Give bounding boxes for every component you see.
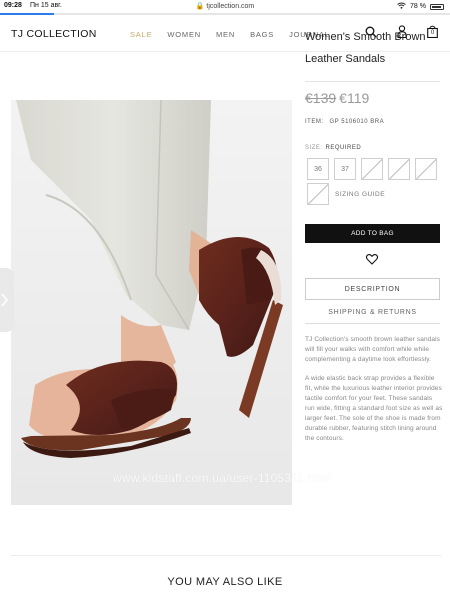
url-text: tjcollection.com	[206, 3, 255, 10]
product-price: €139 €119	[305, 90, 369, 106]
item-label: ITEM:	[305, 119, 324, 125]
price-old: €139	[305, 90, 337, 106]
status-bar: 09:28 Пн 15 авг. 🔒 tjcollection.com 78 %	[0, 0, 450, 13]
size-label-row: SIZE: REQUIRED	[305, 145, 361, 151]
tab-shipping-returns[interactable]: SHIPPING & RETURNS	[305, 302, 440, 324]
item-code-row: ITEM: GP 5106010 BRA	[305, 119, 384, 125]
battery-icon	[430, 3, 444, 10]
size-option-37[interactable]: 37	[334, 158, 356, 180]
size-option-36[interactable]: 36	[307, 158, 329, 180]
chevron-right-icon	[0, 293, 8, 307]
size-label: SIZE:	[305, 145, 323, 151]
gallery-prev-button[interactable]	[0, 268, 14, 332]
product-title: Women's Smooth Brown Leather Sandals	[305, 31, 440, 70]
sizing-guide-row: 41 SIZING GUIDE	[307, 183, 385, 205]
battery-percent: 78 %	[410, 3, 426, 10]
size-option-41[interactable]: 41	[307, 183, 329, 205]
item-code: GP 5106010 BRA	[329, 119, 385, 125]
nav-women[interactable]: WOMEN	[167, 30, 201, 39]
add-to-bag-button[interactable]: ADD TO BAG	[305, 224, 440, 243]
product-image[interactable]	[11, 100, 292, 505]
size-required: REQUIRED	[325, 145, 362, 151]
divider	[305, 81, 440, 82]
sandal-photo	[16, 100, 283, 458]
sizing-guide-link[interactable]: SIZING GUIDE	[335, 191, 385, 198]
size-option-40[interactable]: 40	[415, 158, 437, 180]
page-load-progress-fill	[0, 13, 54, 15]
size-option-38[interactable]: 38	[361, 158, 383, 180]
nav-bags[interactable]: BAGS	[250, 30, 274, 39]
wishlist-heart-icon[interactable]	[365, 252, 379, 270]
nav-sale[interactable]: SALE	[130, 30, 152, 39]
description-paragraph-2: A wide elastic back strap provides a fle…	[305, 375, 443, 442]
main-nav: SALE WOMEN MEN BAGS JOURNAL	[130, 30, 330, 39]
description-paragraph-1: TJ Collection's smooth brown leather san…	[305, 336, 440, 363]
product-title-line2: Leather Sandals	[305, 53, 386, 65]
tab-description[interactable]: DESCRIPTION	[305, 278, 440, 300]
status-right: 78 %	[397, 2, 444, 11]
size-options: 36 37 38 39 40	[307, 158, 437, 180]
product-title-line1: Women's Smooth Brown	[305, 31, 426, 43]
divider	[11, 555, 441, 556]
wifi-icon	[397, 2, 406, 11]
page-load-progress	[0, 13, 450, 15]
watermark: www.kidstaff.com.ua/user-1105311.html	[113, 471, 332, 485]
address-url[interactable]: 🔒 tjcollection.com	[0, 2, 450, 10]
price-new: €119	[339, 90, 370, 106]
also-like-heading: YOU MAY ALSO LIKE	[167, 576, 283, 588]
product-description: TJ Collection's smooth brown leather san…	[305, 335, 443, 453]
site-logo[interactable]: TJ COLLECTION	[11, 28, 97, 40]
nav-men[interactable]: MEN	[216, 30, 235, 39]
size-option-39[interactable]: 39	[388, 158, 410, 180]
